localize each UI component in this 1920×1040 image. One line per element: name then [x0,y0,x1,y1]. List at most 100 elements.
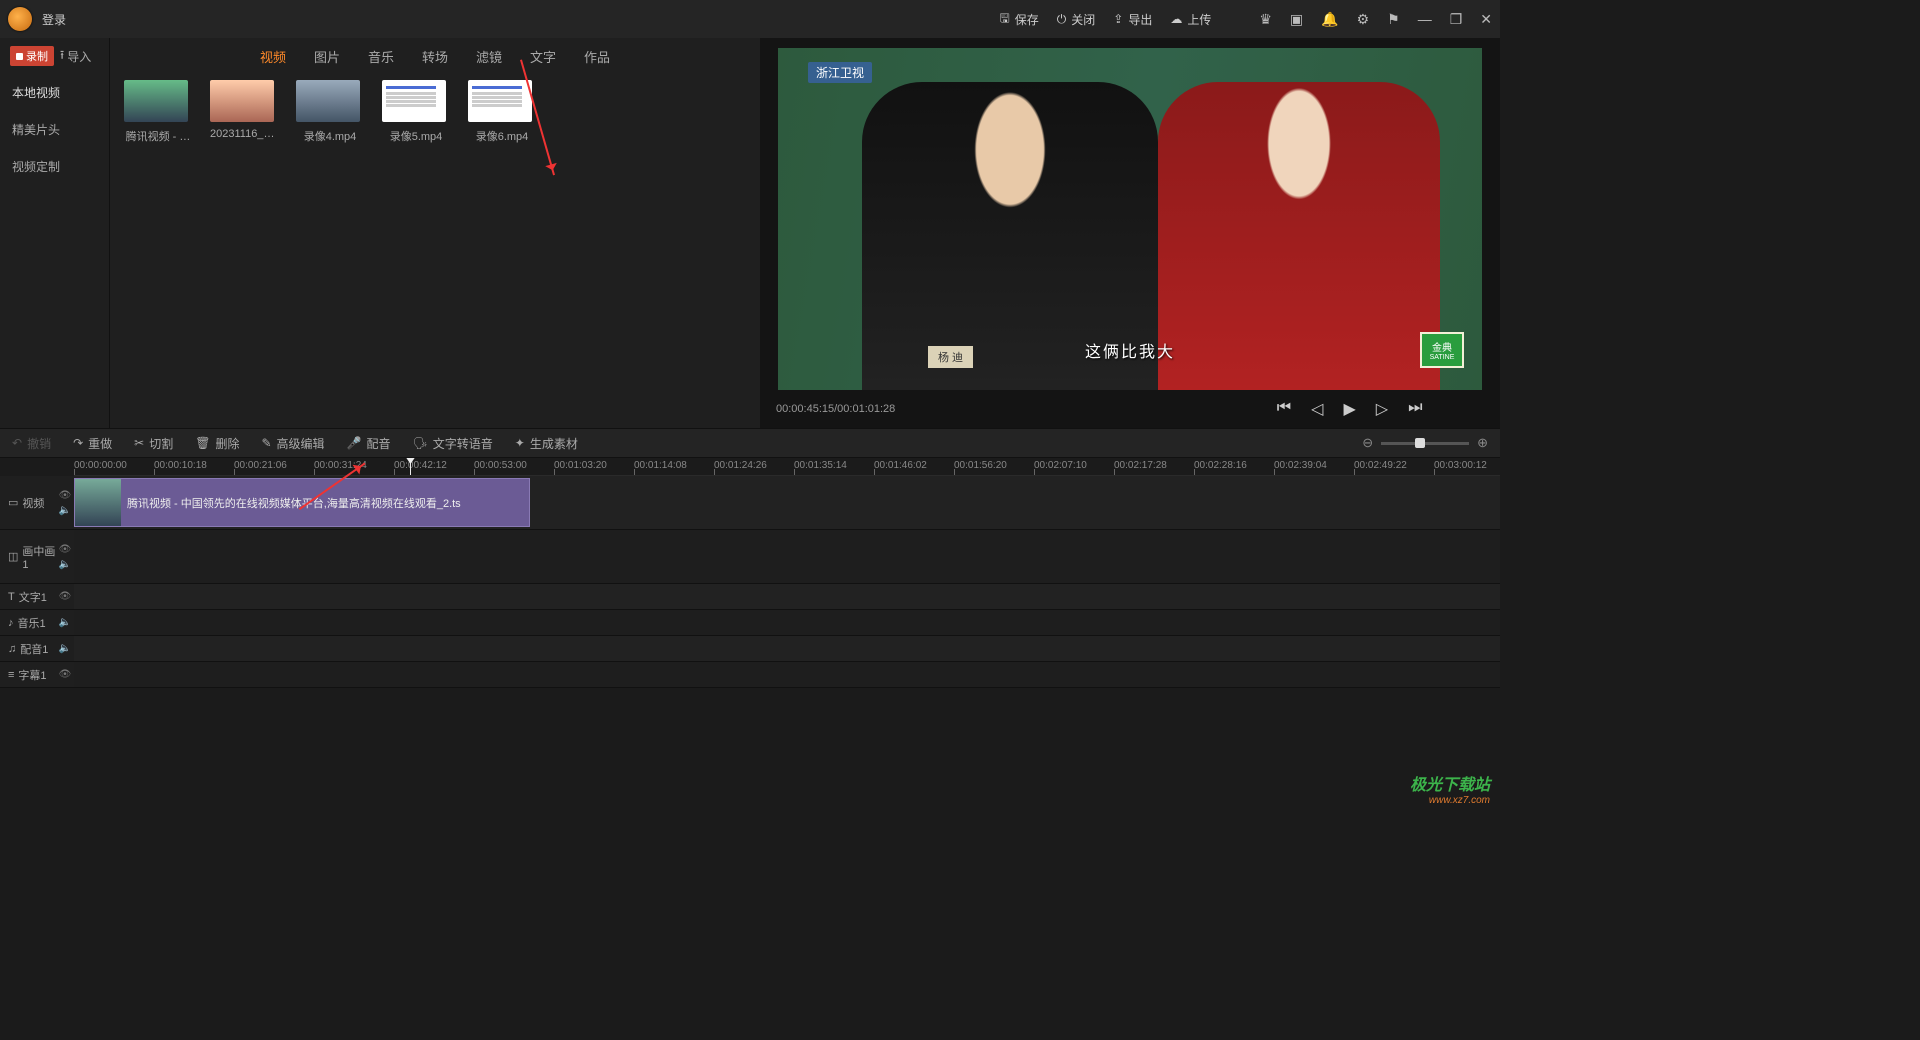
close-project-button[interactable]: ⏻关闭 [1057,11,1096,28]
dub-track-icon: ♫ [8,643,16,655]
voiceover-button[interactable]: 🎤配音 [347,435,391,452]
zoom-in-icon[interactable]: ⊕ [1477,435,1488,451]
play-icon[interactable]: ▶ [1343,399,1355,419]
music-label: 音乐1 [18,615,46,631]
upload-button[interactable]: ☁上传 [1170,11,1211,28]
trash-icon: 🗑 [195,436,210,450]
zoom-out-icon[interactable]: ⊖ [1362,435,1373,451]
tts-button[interactable]: 🗣文字转语音 [413,435,493,452]
sidebar-item-local-video[interactable]: 本地视频 [0,74,109,111]
track-body-video[interactable]: 腾讯视频 - 中国领先的在线视频媒体平台,海量高清视频在线观看_2.ts [74,476,1500,529]
ruler-tick: 00:02:17:28 [1114,458,1194,475]
music-track-icon: ♪ [8,617,14,629]
track-body-music[interactable] [74,610,1500,635]
thumb-image-icon [296,80,360,122]
ruler-tick: 00:03:00:12 [1434,458,1500,475]
media-thumb[interactable]: 录像4.mp4 [296,80,364,144]
watermark-name: 极光下载站 [1410,771,1490,795]
pin-icon[interactable]: ⚑ [1387,11,1400,28]
advanced-edit-button[interactable]: ✎高级编辑 [261,435,324,452]
window-minimize-icon[interactable]: — [1418,11,1432,27]
tab-works[interactable]: 作品 [584,47,610,66]
skip-start-icon[interactable]: ⏮ [1277,399,1291,419]
tab-filter[interactable]: 滤镜 [476,47,502,66]
import-button[interactable]: ⭱导入 [60,46,91,67]
export-label: 导出 [1128,11,1152,28]
vip-crown-icon[interactable]: ♛ [1259,11,1272,28]
eye-icon[interactable]: 👁 [59,544,72,555]
export-button[interactable]: ⇪导出 [1113,11,1152,28]
record-label: 录制 [26,48,48,64]
pip-label: 画中画1 [22,543,56,571]
sidebar-item-intros[interactable]: 精美片头 [0,111,109,148]
bell-icon[interactable]: 🔔 [1321,11,1338,28]
thumb-caption: 录像5.mp4 [382,128,450,144]
sidebar-item-custom[interactable]: 视频定制 [0,148,109,185]
login-link[interactable]: 登录 [42,11,66,28]
ruler-tick: 00:00:21:06 [234,458,314,475]
timeline-ruler[interactable]: 00:00:00:0000:00:10:1800:00:21:0600:00:3… [74,458,1500,476]
save-button[interactable]: 🖫保存 [999,9,1038,30]
power-icon: ⏻ [1057,12,1067,27]
track-controls: 👁🔈 [56,476,74,529]
window-maximize-icon[interactable]: ❐ [1450,11,1463,28]
pencil-icon: ✎ [261,436,271,450]
track-controls: 👁 [56,662,74,687]
track-body-dub[interactable] [74,636,1500,661]
sparkle-icon: ✦ [515,436,525,450]
tab-image[interactable]: 图片 [314,47,340,66]
zoom-slider[interactable] [1381,442,1469,445]
site-watermark: 极光下载站 www.xz7.com [1410,771,1490,806]
step-back-icon[interactable]: ◁ [1311,399,1323,419]
ruler-tick: 00:02:07:10 [1034,458,1114,475]
track-body-caption[interactable] [74,662,1500,687]
eye-icon[interactable]: 👁 [59,669,72,680]
thumb-image-icon [124,80,188,122]
track-caption: ≡字幕1 👁 [0,662,1500,688]
zoom-knob[interactable] [1415,438,1425,448]
record-button[interactable]: 录制 [10,46,54,66]
tab-video[interactable]: 视频 [260,47,286,66]
media-thumb[interactable]: 录像6.mp4 [468,80,536,144]
eye-icon[interactable]: 👁 [59,591,72,602]
playhead[interactable] [410,458,411,476]
track-body-pip[interactable] [74,530,1500,583]
step-forward-icon[interactable]: ▷ [1376,399,1388,419]
tab-text[interactable]: 文字 [530,47,556,66]
window-close-icon[interactable]: ✕ [1480,11,1492,28]
thumb-caption: 腾讯视频 - … [124,128,192,144]
screen-icon[interactable]: ▣ [1290,11,1303,28]
delete-button[interactable]: 🗑 删除 [195,435,239,452]
eye-icon[interactable]: 👁 [59,490,72,501]
speaker-icon[interactable]: 🔈 [59,643,71,654]
track-text: T文字1 👁 [0,584,1500,610]
media-thumb[interactable]: 录像5.mp4 [382,80,450,144]
settings-gear-icon[interactable]: ⚙ [1357,11,1370,28]
skip-end-icon[interactable]: ⏭ [1408,399,1422,419]
preview-controls: 00:00:45:15/00:01:01:28 ⏮ ◁ ▶ ▷ ⏭ [760,390,1500,428]
undo-button[interactable]: ↶撤销 [12,435,51,452]
upload-label: 上传 [1187,11,1211,28]
speaker-icon[interactable]: 🔈 [59,559,71,570]
tab-music[interactable]: 音乐 [368,47,394,66]
cut-button[interactable]: ✂切割 [134,435,173,452]
speaker-icon[interactable]: 🔈 [59,617,71,628]
redo-button[interactable]: ↷重做 [73,435,112,452]
track-music: ♪ 音乐1 🔈 [0,610,1500,636]
scissors-icon: ✂ [134,436,144,450]
ruler-tick: 00:00:42:12 [394,458,474,475]
timeline-clip[interactable]: 腾讯视频 - 中国领先的在线视频媒体平台,海量高清视频在线观看_2.ts [74,478,530,527]
speaker-icon[interactable]: 🔈 [59,505,71,516]
tab-transition[interactable]: 转场 [422,47,448,66]
media-thumb[interactable]: 腾讯视频 - … [124,80,192,144]
track-pip: ◫画中画1 👁🔈 [0,530,1500,584]
media-thumb[interactable]: 20231116_131… [210,80,278,144]
microphone-icon: 🎤 [347,436,362,450]
track-body-text[interactable] [74,584,1500,609]
caption-track-icon: ≡ [8,669,14,681]
generate-asset-button[interactable]: ✦生成素材 [515,435,578,452]
ruler-tick: 00:01:46:02 [874,458,954,475]
preview-panel: 浙江卫视 杨 迪 这俩比我大 金典SATINE 00:00:45:15/00:0… [760,38,1500,428]
delete-label: 删除 [215,435,239,452]
preview-viewport[interactable]: 浙江卫视 杨 迪 这俩比我大 金典SATINE [778,48,1482,390]
